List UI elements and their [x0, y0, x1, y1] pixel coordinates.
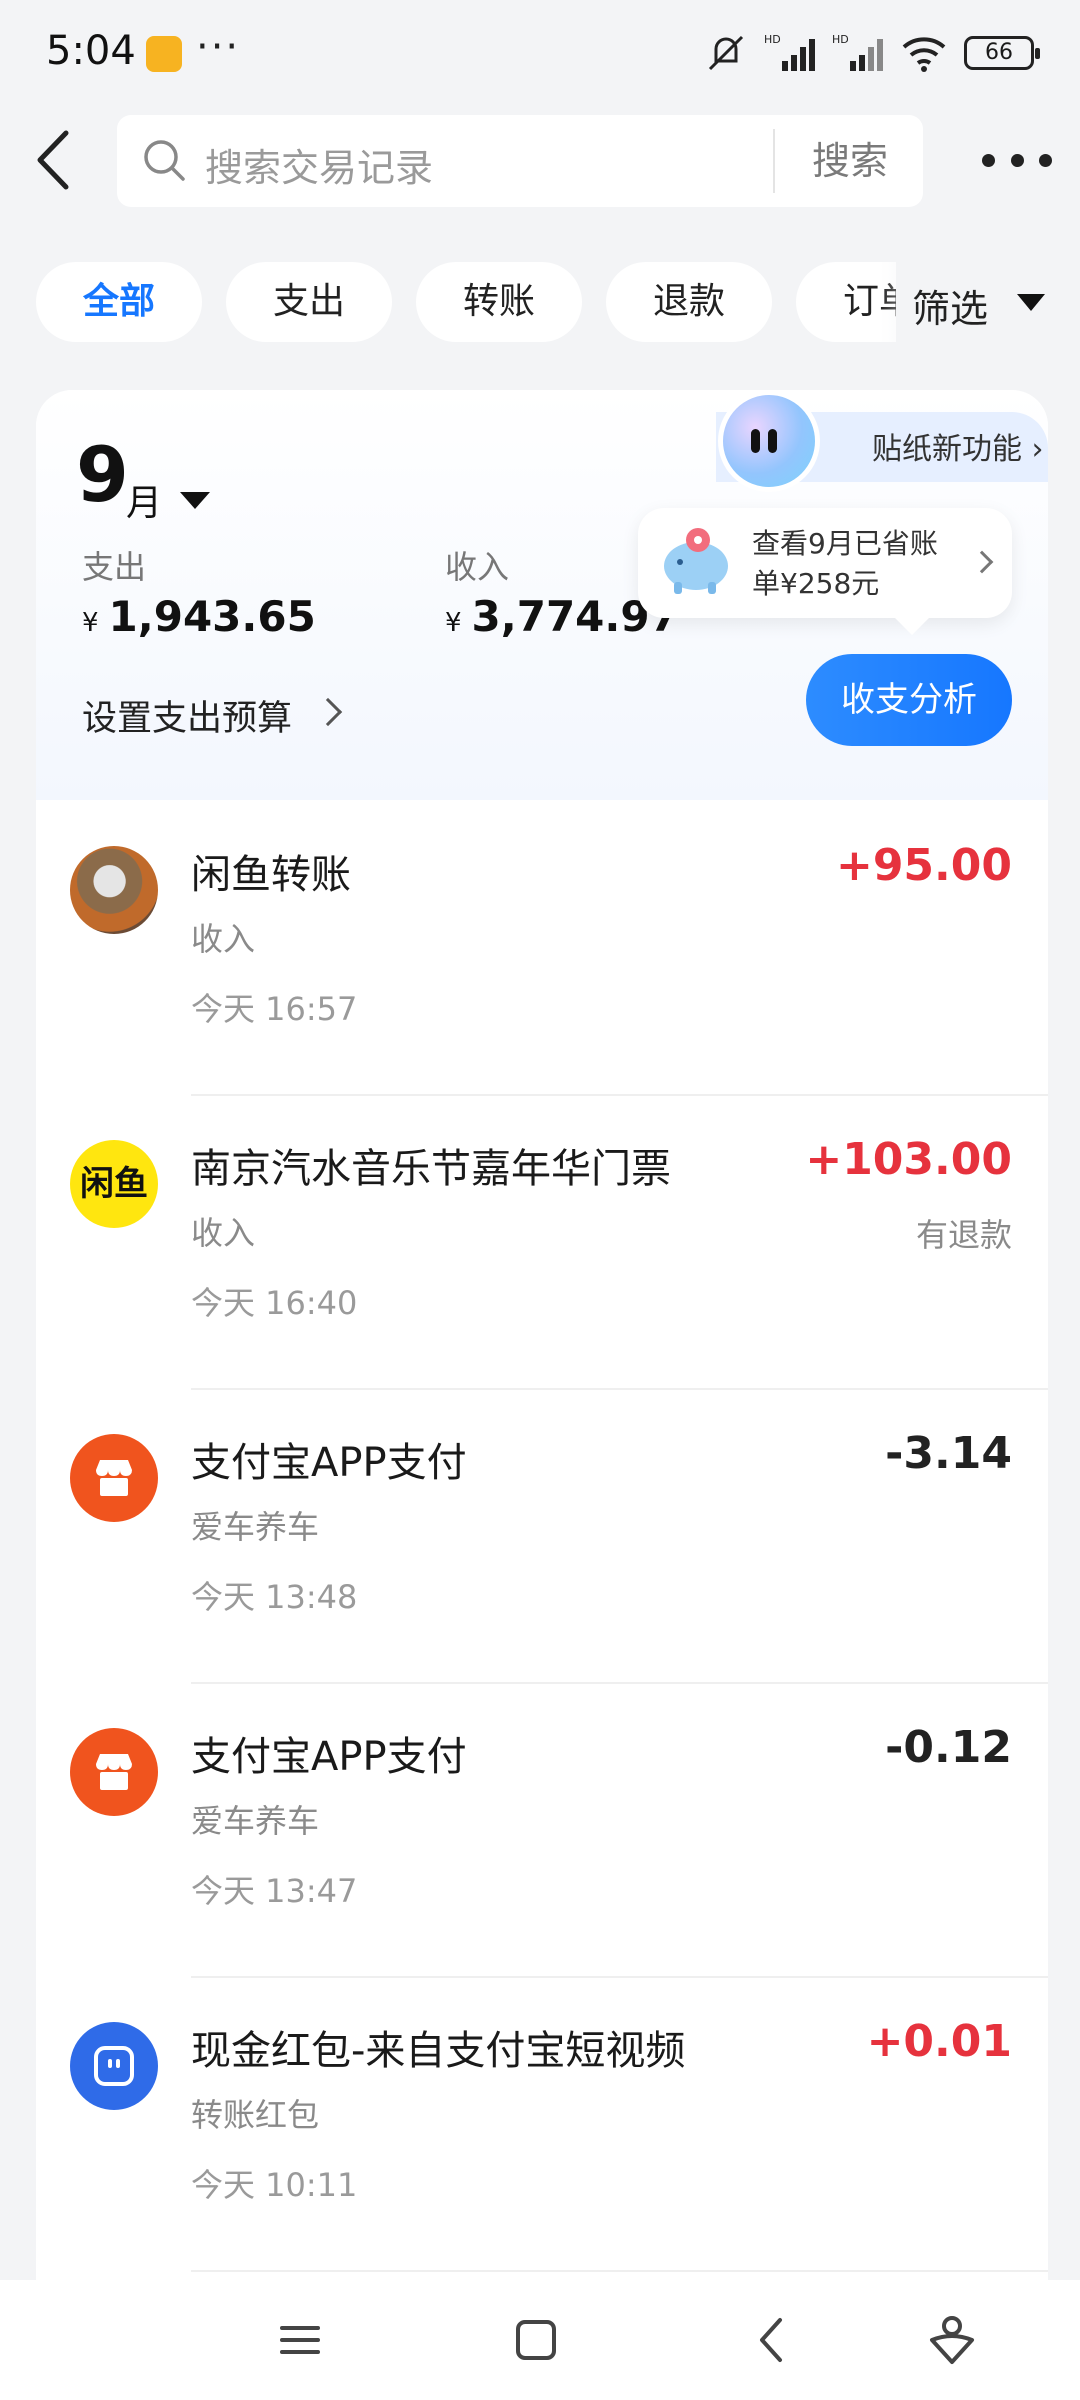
income-currency: ¥: [445, 608, 462, 638]
menu-icon[interactable]: [270, 2310, 330, 2370]
transaction-row[interactable]: 闲鱼转账 收入 今天 16:57 +95.00: [36, 802, 1048, 1096]
battery-icon: 66: [964, 36, 1040, 70]
transaction-title: 支付宝APP支付: [191, 1440, 467, 1486]
expense-value: 1,943.65: [108, 592, 316, 641]
caret-down-icon: [1017, 294, 1045, 311]
transaction-row[interactable]: 支付宝APP支付 爱车养车 今天 13:47 -0.12: [36, 1684, 1048, 1978]
search-icon: [144, 140, 185, 181]
transaction-category: 爱车养车: [191, 1508, 320, 1546]
shop-icon: [70, 1434, 158, 1522]
transaction-title: 现金红包-来自支付宝短视频: [191, 2028, 686, 2074]
status-bar: 5:04 ··· HD HD 66: [0, 0, 1080, 105]
filter-button[interactable]: 筛选: [880, 262, 1080, 342]
transaction-title: 南京汽水音乐节嘉年华门票: [191, 1146, 671, 1192]
assistant-icon[interactable]: [922, 2310, 982, 2370]
search-button[interactable]: 搜索: [777, 115, 923, 207]
wifi-icon: [902, 37, 946, 72]
income-label: 收入: [445, 548, 510, 586]
transaction-amount: +103.00: [805, 1134, 1012, 1185]
transaction-amount: -3.14: [885, 1428, 1012, 1479]
savings-tip-bubble[interactable]: 查看9月已省账 单¥258元: [638, 508, 1012, 618]
expense-label: 支出: [82, 548, 147, 586]
back-nav-icon[interactable]: [742, 2310, 802, 2370]
back-icon[interactable]: [30, 125, 80, 195]
month-number[interactable]: 9: [76, 430, 129, 519]
savings-line-2: 单¥258元: [752, 567, 880, 600]
transaction-amount: +95.00: [835, 840, 1012, 891]
transaction-amount: +0.01: [866, 2016, 1012, 2067]
signal-icon-2: HD: [832, 33, 883, 71]
savings-line-1: 查看9月已省账: [752, 527, 938, 560]
filter-tabs: 全部 支出 转账 退款 订单: [36, 262, 896, 342]
xianyu-logo-icon: 闲鱼: [70, 1140, 158, 1228]
search-input[interactable]: 搜索交易记录: [205, 137, 433, 192]
piggy-bank-icon: [664, 528, 728, 594]
set-budget-link[interactable]: 设置支出预算: [82, 690, 292, 741]
search-divider: [773, 129, 775, 193]
refund-note: 有退款: [915, 1216, 1012, 1254]
filter-label: 筛选: [912, 287, 989, 331]
shop-icon: [70, 1728, 158, 1816]
home-icon[interactable]: [506, 2310, 566, 2370]
transaction-row[interactable]: 现金红包-来自支付宝短视频 转账红包 今天 10:11 +0.01: [36, 1978, 1048, 2272]
savings-tip-text: 查看9月已省账 单¥258元: [752, 524, 972, 604]
avatar: [70, 846, 158, 934]
transaction-title: 支付宝APP支付: [191, 1734, 467, 1780]
svg-text:HD: HD: [764, 33, 781, 46]
search-bar[interactable]: 搜索交易记录 搜索: [117, 115, 923, 207]
short-video-icon: [70, 2022, 158, 2110]
expense-currency: ¥: [82, 608, 99, 638]
transaction-row[interactable]: 支付宝APP支付 爱车养车 今天 13:48 -3.14: [36, 1390, 1048, 1684]
mute-icon: [708, 35, 744, 71]
transaction-category: 收入: [191, 1214, 256, 1252]
transaction-time: 今天 16:40: [191, 1284, 358, 1322]
signal-icon: HD: [764, 33, 815, 71]
income-expense-analysis-button[interactable]: 收支分析: [806, 654, 1012, 746]
sticker-face-icon[interactable]: [718, 390, 820, 492]
transaction-time: 今天 13:47: [191, 1872, 358, 1910]
divider: [191, 2270, 1048, 2272]
more-notifications-icon: ···: [196, 24, 241, 70]
tab-all[interactable]: 全部: [36, 262, 202, 342]
transaction-time: 今天 16:57: [191, 990, 358, 1028]
month-dropdown-icon[interactable]: [180, 492, 210, 509]
tab-transfer[interactable]: 转账: [416, 262, 582, 342]
transaction-time: 今天 13:48: [191, 1578, 358, 1616]
sticker-feature-label: 贴纸新功能 ›: [872, 432, 1044, 467]
transaction-title: 闲鱼转账: [191, 852, 351, 898]
transaction-category: 爱车养车: [191, 1802, 320, 1840]
more-icon[interactable]: [982, 140, 1052, 180]
month-unit[interactable]: 月: [126, 474, 162, 526]
notification-icon: [146, 36, 182, 72]
status-time: 5:04: [46, 28, 136, 74]
transaction-time: 今天 10:11: [191, 2166, 358, 2204]
expense-total: ¥1,943.65: [82, 592, 316, 641]
system-nav-bar: [0, 2280, 1080, 2400]
transactions-card: 贴纸新功能 › 9 月 支出 ¥1,943.65 收入 ¥3,774.97 查看…: [36, 390, 1048, 2390]
transaction-category: 转账红包: [191, 2096, 320, 2134]
tab-expense[interactable]: 支出: [226, 262, 392, 342]
transaction-amount: -0.12: [885, 1722, 1012, 1773]
svg-text:HD: HD: [832, 33, 849, 46]
transaction-row[interactable]: 闲鱼 南京汽水音乐节嘉年华门票 收入 今天 16:40 +103.00 有退款: [36, 1096, 1048, 1390]
tab-refund[interactable]: 退款: [606, 262, 772, 342]
chevron-right-icon: [970, 550, 994, 574]
transaction-category: 收入: [191, 920, 256, 958]
